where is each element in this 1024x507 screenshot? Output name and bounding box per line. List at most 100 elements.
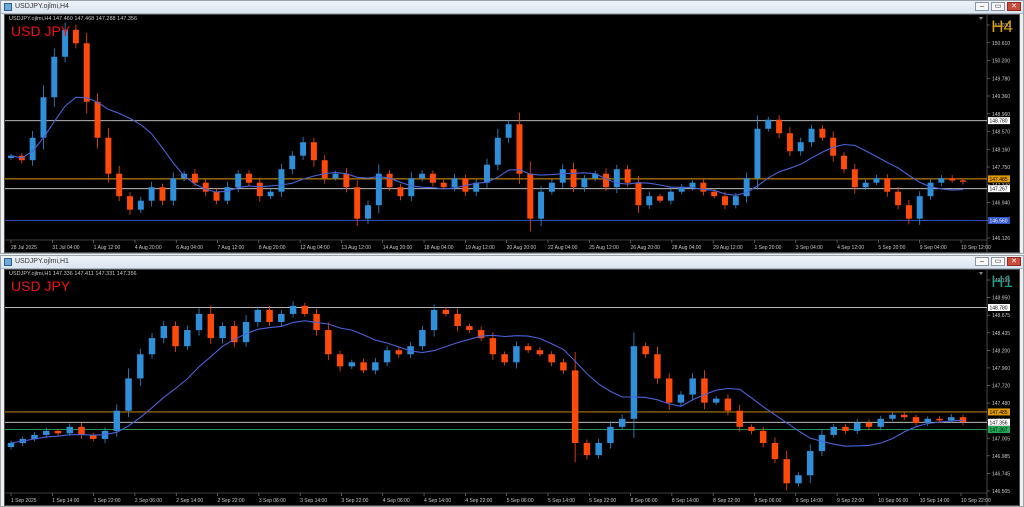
x-tick-label: 3 Sep 14:00: [300, 498, 327, 504]
candle-body: [786, 133, 793, 152]
candle-body: [924, 418, 931, 423]
y-tick-label: 147.750: [992, 165, 1010, 171]
candle-body: [94, 101, 101, 138]
candle-body: [332, 173, 339, 179]
candle-body: [895, 191, 902, 206]
x-tick-label: 5 Sep 14:00: [548, 498, 575, 504]
candle-body: [159, 187, 166, 201]
x-tick-label: 19 Aug 12:00: [465, 245, 495, 251]
x-tick-label: 28 Aug 04:00: [672, 245, 702, 251]
chart-window-h1[interactable]: USDJPY.ojlmi,H1 – ▭ ✕ 149.195 148.950 148.…: [0, 255, 1024, 507]
price-level-label: 147.356: [990, 420, 1008, 426]
candle-body: [43, 430, 50, 435]
y-tick-label: 148.960: [992, 112, 1010, 118]
candle-body: [851, 169, 858, 188]
y-tick-label: 147.480: [992, 401, 1010, 407]
x-tick-label: 2 Sep 22:00: [218, 498, 245, 504]
x-tick-label: 2 Sep 06:00: [135, 498, 162, 504]
candle-body: [213, 191, 220, 201]
title-bar[interactable]: USDJPY.ojlmi,H4 – ▭ ✕: [1, 1, 1023, 14]
candle-body: [219, 326, 226, 339]
x-tick-label: 29 Aug 12:00: [713, 245, 743, 251]
candle-body: [419, 173, 426, 179]
timeframe-label: H1: [991, 272, 1013, 291]
x-tick-label: 8 Sep 14:00: [672, 498, 699, 504]
close-button[interactable]: ✕: [1007, 257, 1021, 266]
minimize-button[interactable]: –: [975, 257, 989, 266]
x-tick-label: 5 Sep 06:00: [507, 498, 534, 504]
symbol-label: USD JPY: [11, 278, 71, 294]
candle-body: [289, 155, 296, 170]
y-tick-label: 148.570: [992, 130, 1010, 136]
candle-body: [700, 182, 707, 192]
candle-body: [300, 142, 307, 156]
candle-body: [873, 178, 880, 183]
maximize-button[interactable]: ▭: [991, 257, 1005, 266]
candle-body: [689, 378, 696, 395]
candle-body: [494, 137, 501, 165]
y-tick-label: 146.126: [992, 236, 1010, 242]
x-tick-label: 20 Aug 20:00: [507, 245, 537, 251]
ohlc-info-line: USDJPY.ojlmi,H1 147.336 147.411 147.331 …: [9, 271, 137, 277]
minimize-button[interactable]: –: [975, 2, 989, 11]
window-title: USDJPY.ojlmi,H1: [15, 258, 69, 265]
candle-body: [830, 426, 837, 435]
candle-body: [808, 128, 815, 143]
close-button[interactable]: ✕: [1007, 2, 1021, 11]
candle-body: [325, 330, 332, 355]
candle-body: [310, 142, 317, 161]
candle-body: [527, 173, 534, 219]
candle-body: [570, 169, 577, 188]
candle-body: [865, 422, 873, 427]
x-tick-label: 6 Aug 04:00: [176, 245, 203, 251]
candle-body: [40, 97, 47, 138]
candle-body: [513, 346, 520, 363]
price-level-label: 147.267: [990, 187, 1008, 193]
y-tick-label: 150.200: [992, 59, 1010, 65]
candle-body: [711, 191, 718, 197]
plot-area: 151.030150.610150.200149.780149.360148.9…: [5, 15, 1010, 252]
chart-icon: [4, 3, 12, 11]
x-tick-label: 4 Sep 06:00: [383, 498, 410, 504]
y-tick-label: 147.960: [992, 366, 1010, 372]
maximize-button[interactable]: ▭: [991, 2, 1005, 11]
candle-body: [654, 354, 661, 379]
candle-body: [657, 196, 664, 201]
candle-body: [689, 182, 696, 188]
price-chart-h4[interactable]: 151.030 150.610 150.200 149.780 149.360 148.9…: [4, 14, 1020, 253]
candle-body: [842, 426, 849, 431]
candle-body: [246, 173, 252, 183]
price-level-label: 146.560: [990, 218, 1008, 224]
candlestick-plot[interactable]: 149.195148.950148.675148.435148.200147.9…: [5, 270, 1020, 505]
candle-body: [454, 313, 461, 327]
chart-window-h4[interactable]: USDJPY.ojlmi,H4 – ▭ ✕ 151.030 150.610 150.…: [0, 0, 1024, 254]
price-chart-h1[interactable]: 149.195 148.950 148.675 148.435 148.200 147.9…: [4, 269, 1020, 506]
candle-body: [571, 370, 579, 443]
candle-body: [430, 309, 438, 331]
candle-body: [83, 43, 90, 102]
x-tick-label: 10 Sep 06:00: [878, 498, 908, 504]
x-tick-label: 7 Aug 12:00: [218, 245, 245, 251]
candlestick-plot[interactable]: 151.030150.610150.200149.780149.360148.9…: [5, 15, 1020, 252]
candle-body: [72, 29, 79, 44]
candle-body: [336, 354, 344, 367]
candle-body: [267, 191, 274, 197]
y-tick-label: 147.005: [992, 436, 1010, 442]
window-title: USDJPY.ojlmi,H4: [15, 3, 69, 10]
candle-body: [765, 119, 772, 129]
ohlc-info-line: USDJPY.ojlmi,H4 147.460 147.468 147.288 …: [9, 16, 138, 22]
candle-body: [613, 169, 620, 188]
candle-body: [916, 196, 923, 219]
candle-body: [278, 313, 285, 322]
candle-body: [419, 330, 426, 347]
x-tick-label: 8 Sep 06:00: [631, 498, 658, 504]
x-tick-label: 28 Jul 2025: [11, 245, 37, 251]
candle-body: [948, 417, 955, 421]
x-tick-label: 10 Sep 12:00: [961, 245, 991, 251]
candle-body: [819, 128, 826, 138]
y-tick-label: 148.675: [992, 313, 1010, 319]
candle-body: [397, 187, 404, 197]
candle-body: [581, 178, 588, 188]
title-bar[interactable]: USDJPY.ojlmi,H1 – ▭ ✕: [1, 256, 1023, 269]
candle-body: [383, 350, 391, 363]
